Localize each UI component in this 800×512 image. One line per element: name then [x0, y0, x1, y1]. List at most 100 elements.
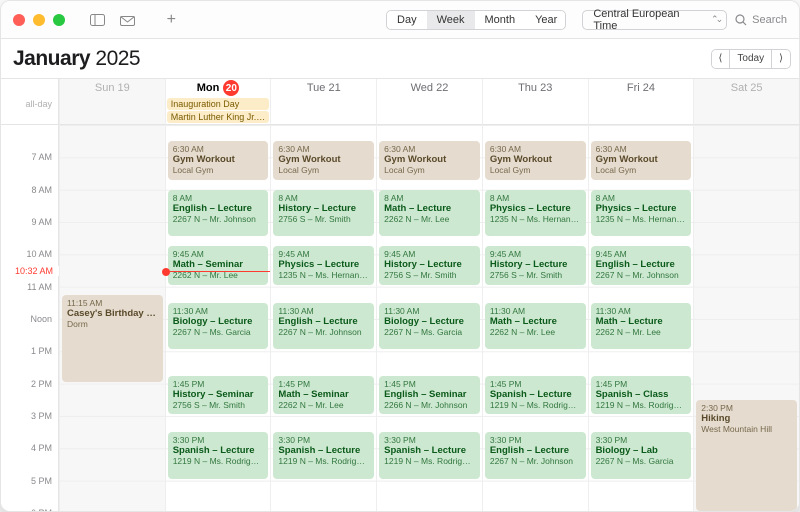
next-week-button[interactable]: ⟩ — [771, 50, 790, 68]
event-time: 1:45 PM — [490, 379, 581, 389]
event[interactable]: 8 AMEnglish – Lecture2267 N – Mr. Johnso… — [168, 190, 269, 237]
event[interactable]: 1:45 PMSpanish – Lecture1219 N – Ms. Rod… — [485, 376, 586, 414]
event-time: 11:15 AM — [67, 298, 158, 308]
event[interactable]: 11:30 AMBiology – Lecture2267 N – Ms. Ga… — [379, 303, 480, 350]
event[interactable]: 6:30 AMGym WorkoutLocal Gym — [273, 141, 374, 179]
event[interactable]: 11:30 AMMath – Lecture2262 N – Mr. Lee — [591, 303, 692, 350]
day-column[interactable]: 6:30 AMGym WorkoutLocal Gym 8 AMMath – Le… — [376, 125, 482, 511]
today-badge: 20 — [223, 80, 239, 96]
timezone-label: Central European Time — [593, 8, 705, 32]
search-field[interactable]: Search — [735, 14, 787, 26]
view-mode-segmented[interactable]: Day Week Month Year — [386, 10, 566, 30]
sidebar-toggle-icon[interactable] — [87, 10, 109, 30]
event-title: Gym Workout — [173, 154, 264, 165]
allday-cell[interactable] — [59, 97, 165, 125]
day-column[interactable]: 6:30 AMGym WorkoutLocal Gym 8 AMEnglish –… — [165, 125, 271, 511]
timezone-picker[interactable]: Central European Time ⌃⌄ — [582, 10, 727, 30]
event-time: 9:45 AM — [384, 249, 475, 259]
event-time: 11:30 AM — [173, 306, 264, 316]
event[interactable]: 6:30 AMGym WorkoutLocal Gym — [168, 141, 269, 179]
view-year[interactable]: Year — [525, 11, 566, 29]
event[interactable]: 9:45 AMEnglish – Lecture2267 N – Mr. Joh… — [591, 246, 692, 284]
event[interactable]: 11:30 AMMath – Lecture2262 N – Mr. Lee — [485, 303, 586, 350]
event[interactable]: 9:45 AMHistory – Lecture2756 S – Mr. Smi… — [379, 246, 480, 284]
event-title: Biology – Lecture — [173, 316, 264, 327]
event-location: 2756 S – Mr. Smith — [490, 270, 581, 280]
prev-week-button[interactable]: ⟨ — [712, 50, 730, 68]
event[interactable]: 8 AMHistory – Lecture2756 S – Mr. Smith — [273, 190, 374, 237]
allday-cell[interactable] — [376, 97, 482, 125]
event[interactable]: 11:30 AMBiology – Lecture2267 N – Ms. Ga… — [168, 303, 269, 350]
today-button[interactable]: Today — [729, 50, 771, 68]
event-time: 6:30 AM — [384, 144, 475, 154]
event[interactable]: 3:30 PMEnglish – Lecture2267 N – Mr. Joh… — [485, 432, 586, 479]
event[interactable]: 2:30 PMHikingWest Mountain Hill — [696, 400, 797, 511]
event-time: 3:30 PM — [173, 435, 264, 445]
event[interactable]: 1:45 PMEnglish – Seminar2266 N – Mr. Joh… — [379, 376, 480, 414]
view-day[interactable]: Day — [387, 11, 427, 29]
event[interactable]: 11:30 AMEnglish – Lecture2267 N – Mr. Jo… — [273, 303, 374, 350]
day-header[interactable]: Thu 23 — [482, 79, 588, 97]
allday-event[interactable]: Inauguration Day — [167, 98, 270, 110]
day-header[interactable]: Fri 24 — [588, 79, 694, 97]
event-title: Physics – Lecture — [490, 203, 581, 214]
day-column[interactable]: 11:15 AMCasey's Birthday PartyDorm — [59, 125, 165, 511]
event-title: History – Lecture — [490, 259, 581, 270]
event-location: 2756 S – Mr. Smith — [278, 214, 369, 224]
day-column[interactable]: 6:30 AMGym WorkoutLocal Gym 8 AMPhysics –… — [482, 125, 588, 511]
view-month[interactable]: Month — [475, 11, 526, 29]
allday-cell[interactable] — [588, 97, 694, 125]
event[interactable]: 8 AMPhysics – Lecture1235 N – Ms. Hernan… — [591, 190, 692, 237]
day-header[interactable]: Sun 19 — [59, 79, 165, 97]
event[interactable]: 8 AMMath – Lecture2262 N – Mr. Lee — [379, 190, 480, 237]
event-title: History – Lecture — [384, 259, 475, 270]
day-header[interactable]: Mon20 — [165, 79, 271, 97]
event[interactable]: 3:30 PMSpanish – Lecture1219 N – Ms. Rod… — [379, 432, 480, 479]
day-column[interactable]: 6:30 AMGym WorkoutLocal Gym 8 AMHistory –… — [270, 125, 376, 511]
event-location: Local Gym — [278, 165, 369, 175]
week-grid: all-day 7 AM8 AM9 AM10 AM11 AMNoon1 PM2 … — [1, 79, 799, 511]
event[interactable]: 1:45 PMHistory – Seminar2756 S – Mr. Smi… — [168, 376, 269, 414]
hour-label: 1 PM — [31, 346, 52, 356]
day-column[interactable]: 6:30 AMGym WorkoutLocal Gym 8 AMPhysics –… — [588, 125, 694, 511]
day-column[interactable]: 2:30 PMHikingWest Mountain Hill — [693, 125, 799, 511]
month-title: January 2025 — [13, 47, 140, 71]
event[interactable]: 9:45 AMMath – Seminar2262 N – Mr. Lee — [168, 246, 269, 284]
allday-cell[interactable] — [482, 97, 588, 125]
event[interactable]: 6:30 AMGym WorkoutLocal Gym — [485, 141, 586, 179]
allday-cell[interactable] — [693, 97, 799, 125]
allday-event[interactable]: Martin Luther King Jr.… — [167, 111, 270, 123]
event-title: Casey's Birthday Party — [67, 308, 158, 319]
minimize-window-button[interactable] — [33, 14, 45, 26]
event-title: Biology – Lecture — [384, 316, 475, 327]
close-window-button[interactable] — [13, 14, 25, 26]
event[interactable]: 6:30 AMGym WorkoutLocal Gym — [379, 141, 480, 179]
view-week[interactable]: Week — [427, 11, 475, 29]
event-title: Math – Lecture — [384, 203, 475, 214]
add-event-button[interactable]: + — [160, 10, 182, 30]
allday-cell[interactable] — [270, 97, 376, 125]
event[interactable]: 3:30 PMSpanish – Lecture1219 N – Ms. Rod… — [273, 432, 374, 479]
event-time: 9:45 AM — [278, 249, 369, 259]
event-time: 1:45 PM — [173, 379, 264, 389]
calendar-header: January 2025 ⟨ Today ⟩ — [1, 39, 799, 79]
event[interactable]: 9:45 AMPhysics – Lecture1235 N – Ms. Her… — [273, 246, 374, 284]
day-header[interactable]: Tue 21 — [270, 79, 376, 97]
event-time: 11:30 AM — [384, 306, 475, 316]
event[interactable]: 3:30 PMSpanish – Lecture1219 N – Ms. Rod… — [168, 432, 269, 479]
fullscreen-window-button[interactable] — [53, 14, 65, 26]
inbox-icon[interactable] — [117, 10, 139, 30]
event[interactable]: 1:45 PMSpanish – Class1219 N – Ms. Rodri… — [591, 376, 692, 414]
day-header[interactable]: Wed 22 — [376, 79, 482, 97]
event[interactable]: 9:45 AMHistory – Lecture2756 S – Mr. Smi… — [485, 246, 586, 284]
event-time: 3:30 PM — [384, 435, 475, 445]
event[interactable]: 11:15 AMCasey's Birthday PartyDorm — [62, 295, 163, 382]
event[interactable]: 6:30 AMGym WorkoutLocal Gym — [591, 141, 692, 179]
event[interactable]: 3:30 PMBiology – Lab2267 N – Ms. Garcia — [591, 432, 692, 479]
event[interactable]: 8 AMPhysics – Lecture1235 N – Ms. Hernan… — [485, 190, 586, 237]
day-header[interactable]: Sat 25 — [693, 79, 799, 97]
hour-label: 6 PM — [31, 508, 52, 511]
event[interactable]: 1:45 PMMath – Seminar2262 N – Mr. Lee — [273, 376, 374, 414]
allday-cell[interactable]: Inauguration DayMartin Luther King Jr.… — [165, 97, 271, 125]
event-location: 2267 N – Mr. Johnson — [278, 327, 369, 337]
